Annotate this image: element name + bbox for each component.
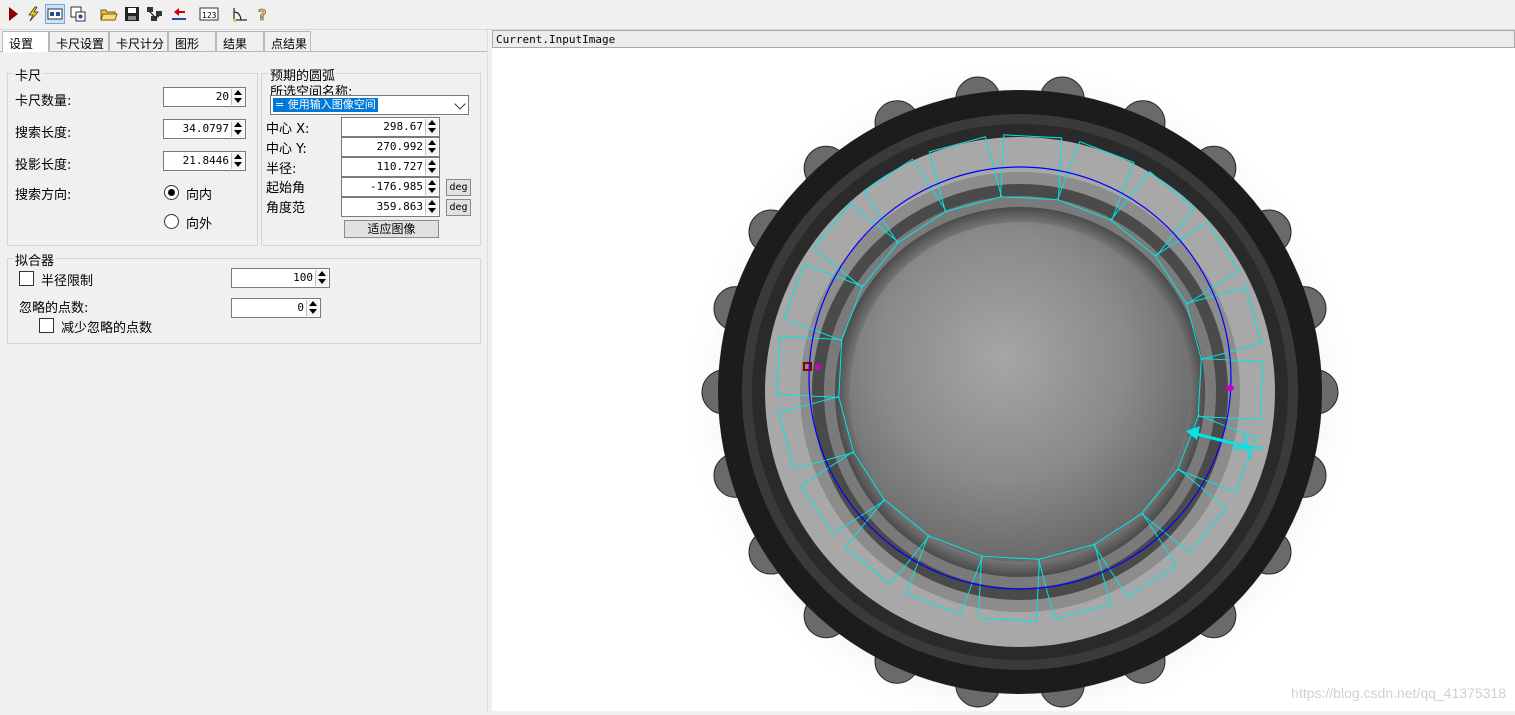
caliper-count-value: 20 — [215, 90, 229, 103]
network-icon[interactable] — [145, 4, 165, 24]
center-x-value: 298.67 — [383, 120, 423, 133]
radius-limit-spinner[interactable]: 100 — [231, 268, 330, 288]
start-angle-deg-button[interactable]: deg — [446, 179, 471, 196]
center-y-spinner[interactable]: 270.992 — [341, 137, 440, 157]
angle-span-spinner[interactable]: 359.863 — [341, 197, 440, 217]
reduce-ignored-label: 减少忽略的点数 — [61, 321, 153, 336]
tab-caliper-settings[interactable]: 卡尺设置 — [49, 31, 109, 51]
search-length-value: 34.0797 — [182, 122, 229, 135]
spinner-arrows-icon[interactable] — [425, 139, 438, 155]
tab-settings[interactable]: 设置 — [2, 31, 49, 52]
save-icon[interactable] — [122, 4, 142, 24]
tab-caliper-scoring[interactable]: 卡尺计分 — [109, 31, 168, 51]
help-icon[interactable]: ? — [253, 4, 273, 24]
spinner-arrows-icon[interactable] — [425, 179, 438, 195]
image-title: Current.InputImage — [492, 30, 1515, 48]
tab-graphics[interactable]: 图形 — [168, 31, 216, 51]
spinner-arrows-icon[interactable] — [425, 119, 438, 135]
electric-icon[interactable] — [23, 4, 43, 24]
radius-spinner[interactable]: 110.727 — [341, 157, 440, 177]
image-canvas[interactable]: https://blog.csdn.net/qq_41375318 — [492, 48, 1515, 715]
center-y-label: 中心 Y: — [266, 142, 307, 157]
start-angle-value: -176.985 — [370, 180, 423, 193]
spinner-arrows-icon[interactable] — [425, 159, 438, 175]
svg-text:?: ? — [258, 6, 267, 22]
spinner-arrows-icon[interactable] — [425, 199, 438, 215]
measure-icon[interactable] — [230, 4, 250, 24]
chevron-down-icon — [454, 98, 466, 110]
angle-span-value: 359.863 — [376, 200, 423, 213]
svg-text:123: 123 — [202, 11, 217, 20]
spinner-arrows-icon[interactable] — [315, 270, 328, 286]
caliper-count-spinner[interactable]: 20 — [163, 87, 246, 107]
projection-length-spinner[interactable]: 21.8446 — [163, 151, 246, 171]
ignore-points-spinner[interactable]: 0 — [231, 298, 321, 318]
start-angle-spinner[interactable]: -176.985 — [341, 177, 440, 197]
image-display: Current.InputImage https://blog.csdn.net… — [492, 30, 1515, 715]
spinner-arrows-icon[interactable] — [231, 89, 244, 105]
inward-radio[interactable] — [164, 185, 179, 200]
angle-span-deg-button[interactable]: deg — [446, 199, 471, 216]
fitter-group-title: 拟合器 — [13, 250, 57, 269]
ignore-points-label: 忽略的点数: — [19, 301, 89, 316]
tab-results[interactable]: 结果 — [216, 31, 264, 51]
search-length-label: 搜索长度: — [15, 126, 72, 141]
space-name-select[interactable]: = 使用输入图像空间 — [270, 95, 469, 115]
bearing-image — [492, 48, 1515, 715]
spinner-arrows-icon[interactable] — [231, 121, 244, 137]
space-name-value: = 使用输入图像空间 — [273, 98, 378, 112]
radius-label: 半径: — [266, 162, 297, 177]
numeric-icon[interactable]: 123 — [199, 4, 219, 24]
spinner-arrows-icon[interactable] — [231, 153, 244, 169]
marker-dot — [1226, 385, 1234, 391]
caliper-group-title: 卡尺 — [13, 65, 44, 84]
inward-label: 向内 — [186, 188, 213, 203]
angle-span-label: 角度范 — [266, 201, 306, 216]
projection-length-label: 投影长度: — [15, 158, 72, 173]
tab-bar: 设置 卡尺设置 卡尺计分 图形 结果 点结果 — [0, 31, 487, 52]
toolbar: 123 ? — [0, 0, 1515, 30]
radius-limit-label: 半径限制 — [41, 274, 94, 289]
run-icon[interactable] — [3, 4, 23, 24]
search-length-spinner[interactable]: 34.0797 — [163, 119, 246, 139]
radius-value: 110.727 — [376, 160, 423, 173]
show-image-icon[interactable] — [45, 4, 65, 24]
tab-point-results[interactable]: 点结果 — [264, 31, 311, 51]
projection-length-value: 21.8446 — [182, 154, 229, 167]
marker-dot — [815, 364, 821, 370]
settings-icon[interactable] — [68, 4, 88, 24]
outward-radio[interactable] — [164, 214, 179, 229]
settings-panel: 设置 卡尺设置 卡尺计分 图形 结果 点结果 卡尺 卡尺数量: 20 搜索长度:… — [0, 30, 487, 711]
watermark: https://blog.csdn.net/qq_41375318 — [1291, 685, 1506, 701]
outward-label: 向外 — [186, 217, 213, 232]
reduce-ignored-checkbox[interactable] — [39, 318, 54, 333]
reset-icon[interactable] — [169, 4, 189, 24]
radius-limit-checkbox[interactable] — [19, 271, 34, 286]
search-direction-label: 搜索方向: — [15, 188, 72, 203]
center-x-spinner[interactable]: 298.67 — [341, 117, 440, 137]
center-y-value: 270.992 — [376, 140, 423, 153]
start-angle-label: 起始角 — [266, 181, 306, 196]
fit-image-button[interactable]: 适应图像 — [344, 220, 439, 238]
ignore-points-value: 0 — [297, 301, 304, 314]
center-x-label: 中心 X: — [266, 122, 310, 137]
open-folder-icon[interactable] — [99, 4, 119, 24]
caliper-count-label: 卡尺数量: — [15, 94, 72, 109]
spinner-arrows-icon[interactable] — [306, 300, 319, 316]
radius-limit-value: 100 — [293, 271, 313, 284]
